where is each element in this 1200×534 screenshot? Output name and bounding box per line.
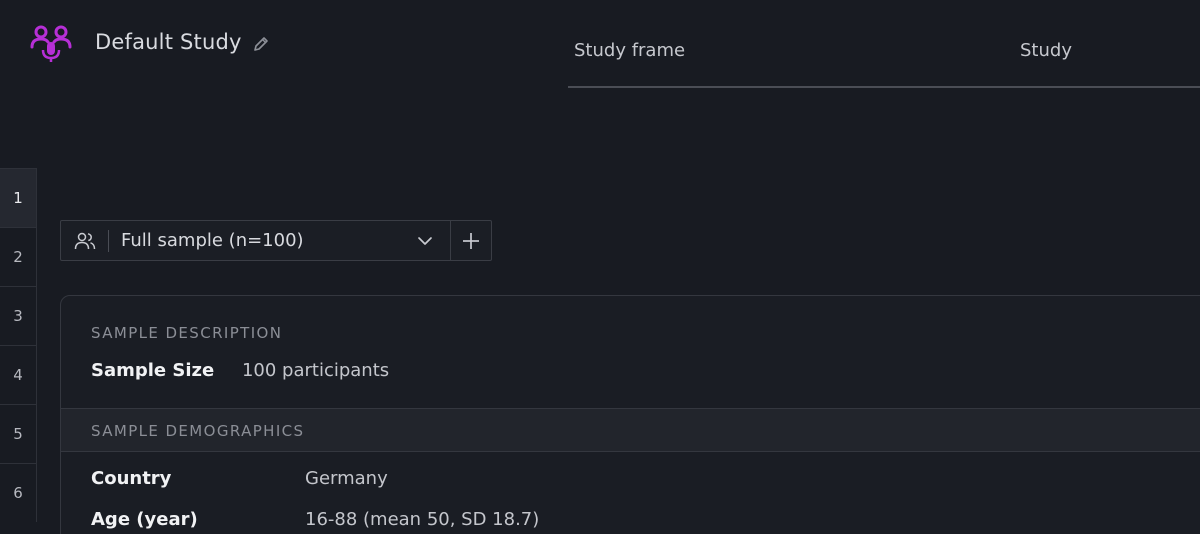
- demographic-value-row: 16-88 (mean 50, SD 18.7): [305, 509, 539, 530]
- demographic-value: Germany: [305, 468, 388, 489]
- plus-icon: [463, 232, 480, 249]
- demographics-header: SAMPLE DEMOGRAPHICS: [61, 408, 1200, 452]
- chevron-down-icon: [418, 236, 432, 245]
- sample-size-value: 100 participants: [241, 360, 390, 381]
- demographic-label: Country: [91, 468, 172, 489]
- step-1[interactable]: 1: [0, 168, 37, 227]
- study-title: Default Study: [95, 30, 242, 54]
- step-2[interactable]: 2: [0, 227, 37, 286]
- sample-dropdown[interactable]: Full sample (n=100): [61, 221, 450, 260]
- sample-selector: Full sample (n=100): [60, 220, 492, 261]
- step-rail: 1 2 3 4 5 6: [0, 168, 37, 522]
- step-6[interactable]: 6: [0, 463, 37, 522]
- add-sample-button[interactable]: [450, 221, 491, 260]
- tab-study-frame[interactable]: Study frame: [574, 40, 685, 61]
- sample-demographics-title: SAMPLE DEMOGRAPHICS: [91, 422, 305, 440]
- pencil-icon[interactable]: [252, 35, 270, 53]
- demographic-row: Country: [91, 468, 171, 489]
- sample-description-title: SAMPLE DESCRIPTION: [91, 324, 283, 342]
- sample-card: SAMPLE DESCRIPTION Sample Size 100 parti…: [60, 295, 1200, 534]
- sample-size-label: Sample Size: [91, 360, 215, 381]
- selector-divider: [108, 229, 109, 252]
- tabs-underline: [568, 86, 1200, 88]
- demographic-row: Age (year): [91, 509, 198, 530]
- users-icon: [74, 232, 96, 249]
- top-tabs: Study frame Study: [568, 0, 1200, 90]
- step-5[interactable]: 5: [0, 404, 37, 463]
- tab-study[interactable]: Study: [1020, 40, 1072, 61]
- step-4[interactable]: 4: [0, 345, 37, 404]
- sample-selected-label: Full sample (n=100): [121, 230, 304, 251]
- app-root: Default Study Study frame Study 1 2 3 4 …: [0, 0, 1200, 534]
- demographic-label: Age (year): [91, 509, 198, 530]
- step-3[interactable]: 3: [0, 286, 37, 345]
- demographic-value: 16-88 (mean 50, SD 18.7): [305, 509, 540, 530]
- brand-logo-icon: [30, 25, 72, 62]
- demographic-value-row: Germany: [305, 468, 388, 489]
- sample-size-row: Sample Size 100 participants: [91, 360, 389, 381]
